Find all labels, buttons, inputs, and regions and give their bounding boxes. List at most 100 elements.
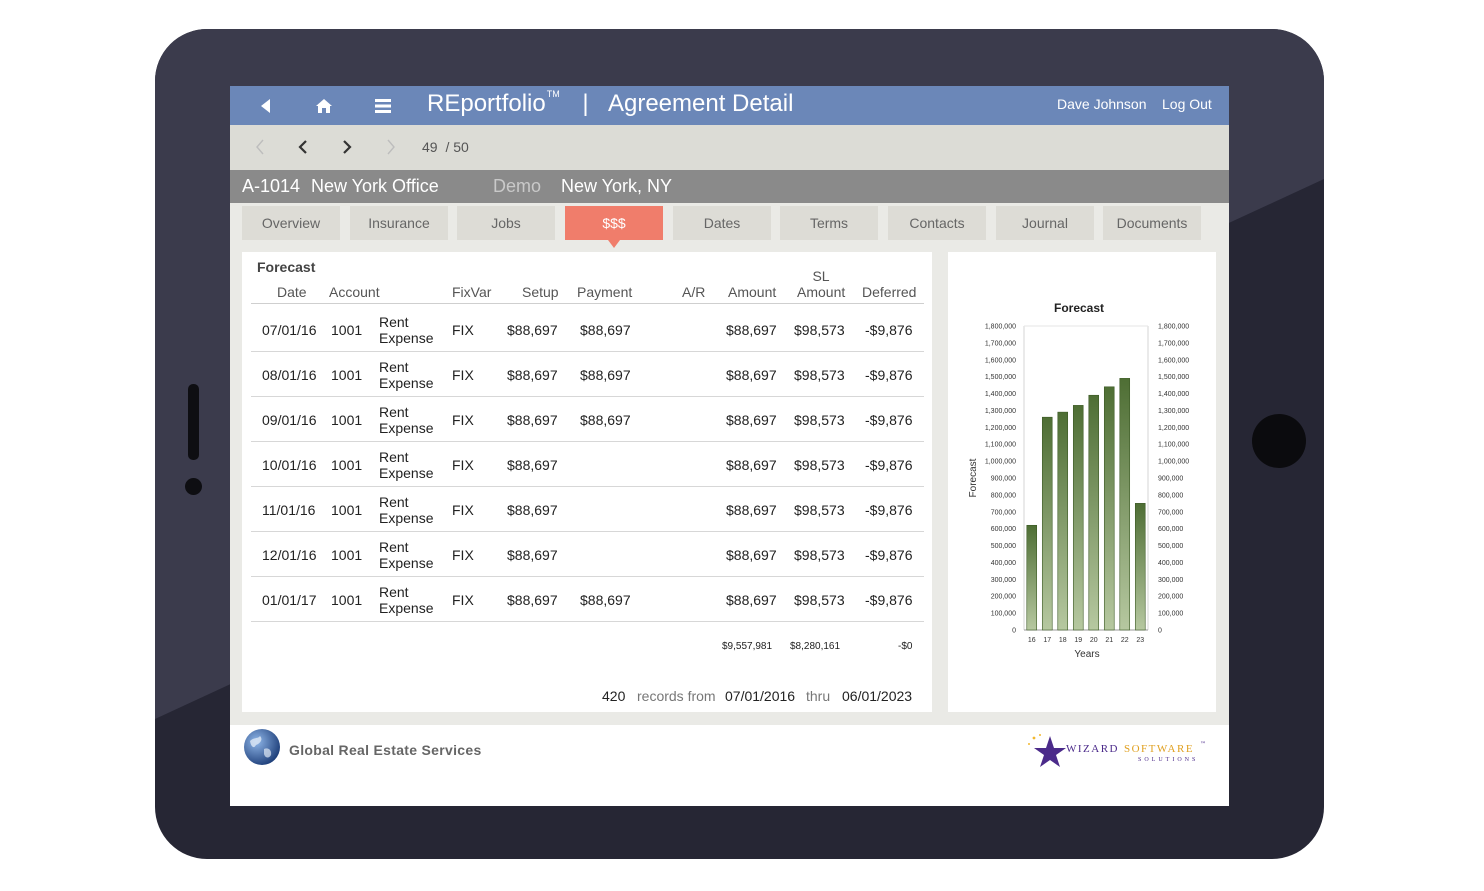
chart-x-tick: 19 (1074, 637, 1082, 644)
column-header-date[interactable]: Date (277, 284, 307, 300)
tab-documents[interactable]: Documents (1103, 206, 1201, 240)
row-account: 1001 (331, 502, 363, 518)
row-date: 11/01/16 (262, 502, 316, 518)
column-header-deferred[interactable]: Deferred (862, 284, 916, 300)
row-amount: $88,697 (726, 367, 777, 383)
chart-marks: 0 0 100,000 100,000 200,000 200,000 300,000 300… (985, 324, 1189, 645)
column-header-fixvar[interactable]: FixVar (452, 284, 491, 300)
row-deferred: -$9,876 (865, 412, 913, 428)
chart-y-tick-left: 300,000 (991, 577, 1016, 584)
record-name: New York Office (311, 176, 439, 196)
chart-bar[interactable] (1072, 405, 1084, 631)
row-date: 01/01/17 (262, 592, 317, 608)
row-payment: $88,697 (580, 412, 631, 428)
pager-count: 49 / 50 (422, 139, 469, 155)
chart-bar[interactable] (1119, 378, 1131, 631)
row-description-line2: Expense (379, 375, 434, 391)
row-description: Rent Expense (379, 584, 433, 616)
chart-y-tick-left: 1,200,000 (985, 425, 1016, 432)
table-row[interactable]: 12/01/16 1001 Rent Expense FIX $88,697 $8… (251, 532, 924, 577)
table-row[interactable]: 10/01/16 1001 Rent Expense FIX $88,697 $8… (251, 442, 924, 487)
chart-y-tick-right: 1,800,000 (1158, 324, 1189, 331)
row-description: Rent Expense (379, 404, 433, 436)
back-arrow-icon[interactable] (254, 94, 278, 118)
previous-record-icon[interactable] (293, 137, 313, 157)
row-description-line1: Rent (379, 584, 409, 600)
first-record-icon[interactable] (250, 137, 270, 157)
vendor-word-1: WIZARD (1066, 743, 1119, 755)
chart-y-tick-left: 600,000 (991, 526, 1016, 533)
row-setup: $88,697 (507, 502, 558, 518)
vendor-subtitle: SOLUTIONS (1138, 757, 1198, 763)
chart-y-tick-left: 800,000 (991, 492, 1016, 499)
chart-x-tick: 18 (1059, 637, 1067, 644)
row-description-line1: Rent (379, 539, 409, 555)
company-name: Global Real Estate Services (289, 742, 482, 758)
chart-y-tick-left: 500,000 (991, 543, 1016, 550)
row-description-line1: Rent (379, 314, 409, 330)
row-description-line1: Rent (379, 359, 409, 375)
last-record-icon[interactable] (381, 137, 401, 157)
row-deferred: -$9,876 (865, 367, 913, 383)
column-header-ar[interactable]: A/R (682, 284, 705, 300)
star-logo-icon (1034, 736, 1066, 767)
record-tag: Demo (493, 176, 542, 196)
home-icon[interactable] (312, 94, 336, 118)
chart-bar[interactable] (1041, 416, 1053, 631)
logout-link[interactable]: Log Out (1162, 96, 1212, 112)
chart-y-tick-right: 1,400,000 (1158, 391, 1189, 398)
tab-jobs[interactable]: Jobs (457, 206, 555, 240)
chart-bar[interactable] (1088, 394, 1100, 631)
chart-bar[interactable] (1026, 524, 1038, 631)
tab-insurance[interactable]: Insurance (350, 206, 448, 240)
tab-bar: Overview Insurance Jobs $$$ Dates Terms … (230, 203, 1229, 248)
row-setup: $88,697 (507, 322, 558, 338)
table-row[interactable]: 01/01/17 1001 Rent Expense FIX $88,697 $8… (251, 577, 924, 622)
column-header-sl-amount[interactable]: SL Amount (797, 268, 845, 300)
row-description: Rent Expense (379, 539, 433, 571)
tab-overview[interactable]: Overview (242, 206, 340, 240)
chart-y-tick-right: 0 (1158, 628, 1162, 635)
chart-y-tick-right: 100,000 (1158, 611, 1183, 618)
table-row[interactable]: 08/01/16 1001 Rent Expense FIX $88,697 $8… (251, 352, 924, 397)
row-fixvar: FIX (452, 547, 474, 563)
column-header-amount[interactable]: Amount (728, 284, 776, 300)
tablet-side-dot (185, 478, 202, 495)
row-account: 1001 (331, 412, 363, 428)
next-record-icon[interactable] (337, 137, 357, 157)
forecast-table-panel: Forecast Date Account FixVar Setup Payme… (242, 252, 932, 712)
records-thru-label: thru (806, 688, 831, 704)
row-description-line1: Rent (379, 404, 409, 420)
column-header-setup[interactable]: Setup (522, 284, 559, 300)
tab-dates[interactable]: Dates (673, 206, 771, 240)
chart-bar[interactable] (1057, 411, 1069, 631)
total-deferred: -$0 (898, 641, 913, 652)
row-sl-amount: $98,573 (794, 412, 845, 428)
table-row[interactable]: 07/01/16 1001 Rent Expense FIX $88,697 $8… (251, 307, 924, 352)
column-header-account[interactable]: Account (329, 284, 380, 300)
row-description: Rent Expense (379, 314, 433, 346)
row-description-line1: Rent (379, 449, 409, 465)
column-header-payment[interactable]: Payment (577, 284, 632, 300)
row-account: 1001 (331, 367, 363, 383)
row-deferred: -$9,876 (865, 502, 913, 518)
chart-y-axis-label: Forecast (968, 458, 979, 497)
tab-journal[interactable]: Journal (996, 206, 1094, 240)
tablet-home-button[interactable] (1252, 414, 1306, 468)
table-row[interactable]: 09/01/16 1001 Rent Expense FIX $88,697 $8… (251, 397, 924, 442)
chart-y-tick-right: 1,300,000 (1158, 408, 1189, 415)
chart-bar[interactable] (1103, 386, 1115, 631)
chart-y-tick-right: 1,700,000 (1158, 340, 1189, 347)
row-sl-amount: $98,573 (794, 367, 845, 383)
table-row[interactable]: 11/01/16 1001 Rent Expense FIX $88,697 $8… (251, 487, 924, 532)
menu-icon[interactable] (371, 94, 395, 118)
row-amount: $88,697 (726, 322, 777, 338)
row-fixvar: FIX (452, 322, 474, 338)
pager-total: / 50 (445, 139, 469, 155)
tab-money[interactable]: $$$ (565, 206, 663, 248)
tab-contacts[interactable]: Contacts (888, 206, 986, 240)
tab-terms[interactable]: Terms (780, 206, 878, 240)
row-description-line2: Expense (379, 420, 434, 436)
user-name[interactable]: Dave Johnson (1057, 96, 1147, 112)
chart-bar[interactable] (1134, 503, 1146, 631)
